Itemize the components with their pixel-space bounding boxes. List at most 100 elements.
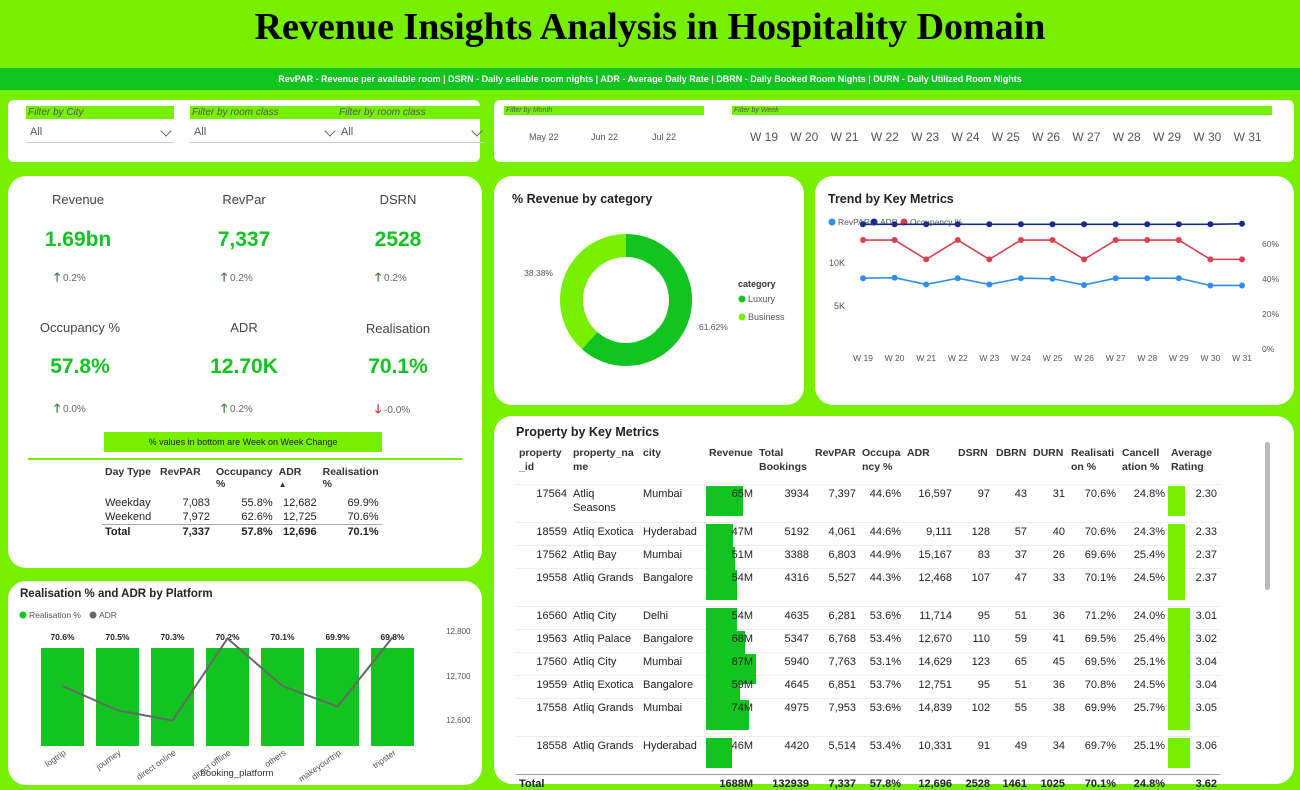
table-row[interactable]: 17558 Atliq Grands Mumbai 74M 4975 7,953 53.6%… — [516, 697, 1220, 736]
column-header[interactable]: property _id — [516, 446, 570, 484]
data-point[interactable] — [1175, 237, 1182, 244]
bar-makeyourtrip[interactable] — [316, 648, 359, 746]
data-point[interactable] — [1144, 237, 1151, 244]
table-row[interactable]: 19558 Atliq Grands Bangalore 54M 4316 5,527 44… — [516, 567, 1220, 606]
sort-desc-icon[interactable]: ▲ — [279, 480, 287, 489]
data-point[interactable] — [860, 275, 866, 282]
column-header[interactable]: Average Rating — [1168, 446, 1220, 484]
week-option[interactable]: W 26 — [1032, 130, 1060, 144]
data-point[interactable] — [954, 275, 961, 282]
donut-slice-business[interactable] — [560, 234, 626, 350]
column-header[interactable]: Cancell ation % — [1119, 446, 1168, 484]
week-option[interactable]: W 20 — [790, 130, 818, 144]
data-point[interactable] — [1239, 220, 1245, 227]
data-point[interactable] — [1049, 237, 1056, 244]
data-point[interactable] — [1017, 221, 1024, 228]
week-option[interactable]: W 30 — [1193, 130, 1221, 144]
room-class-filter-select[interactable]: All — [190, 121, 338, 143]
table-row[interactable]: 17562 Atliq Bay Mumbai 51M 3388 6,803 44.9% 15,… — [516, 544, 1220, 577]
week-option[interactable]: W 27 — [1072, 130, 1100, 144]
table-row[interactable]: 18559 Atliq Exotica Hyderabad 47M 5192 4,061 4… — [516, 521, 1220, 554]
bar-tripster[interactable] — [371, 648, 414, 746]
week-option[interactable]: W 23 — [911, 130, 939, 144]
room-class-filter[interactable]: Filter by room class All — [190, 106, 338, 143]
city-filter-select[interactable]: All — [26, 121, 174, 143]
data-point[interactable] — [1049, 275, 1056, 282]
column-header[interactable]: city — [640, 446, 706, 484]
bar-journey[interactable] — [96, 648, 139, 746]
data-point[interactable] — [1144, 275, 1151, 282]
data-point[interactable] — [1081, 256, 1088, 263]
month-option[interactable]: Jun 22 — [591, 132, 618, 142]
column-header[interactable]: DURN — [1030, 446, 1068, 484]
data-point[interactable] — [1017, 275, 1024, 282]
week-option[interactable]: W 19 — [750, 130, 778, 144]
data-point[interactable] — [1081, 221, 1088, 228]
column-header[interactable]: Realisation % — [1068, 446, 1119, 484]
week-option[interactable]: W 29 — [1153, 130, 1181, 144]
data-point[interactable] — [891, 274, 898, 281]
room-class-filter-2[interactable]: Filter by room class All — [337, 106, 485, 143]
table-scrollbar[interactable] — [1265, 442, 1270, 590]
data-point[interactable] — [860, 221, 866, 228]
table-row[interactable]: 19559 Atliq Exotica Bangalore 59M 4645 6,851 5… — [516, 674, 1220, 707]
data-point[interactable] — [1112, 221, 1119, 228]
column-header[interactable]: Occupancy % — [859, 446, 904, 484]
bar-others[interactable] — [261, 648, 304, 746]
data-point[interactable] — [986, 256, 993, 263]
column-header[interactable]: RevPAR — [157, 466, 213, 496]
data-point[interactable] — [1175, 221, 1182, 228]
table-row[interactable]: 16560 Atliq City Delhi 54M 4635 6,281 53.6% 11,… — [516, 605, 1220, 638]
data-point[interactable] — [1207, 282, 1214, 289]
data-point[interactable] — [1207, 256, 1214, 263]
column-header[interactable]: Revenue — [706, 446, 756, 484]
data-point[interactable] — [1144, 221, 1151, 228]
column-header[interactable]: RevPAR — [812, 446, 859, 484]
data-point[interactable] — [1175, 275, 1182, 282]
data-point[interactable] — [860, 237, 866, 244]
table-row[interactable]: 19563 Atliq Palace Bangalore 68M 5347 6,768 53… — [516, 628, 1220, 661]
table-row[interactable]: 17564 Atliq Seasons Mumbai 65M 3934 7,397 44.6… — [516, 483, 1220, 522]
data-point[interactable] — [1049, 221, 1056, 228]
chevron-down-icon[interactable] — [471, 125, 483, 137]
data-point[interactable] — [1017, 237, 1024, 244]
chevron-down-icon[interactable] — [324, 125, 336, 137]
column-header[interactable]: DSRN — [955, 446, 993, 484]
month-option[interactable]: Jul 22 — [652, 132, 676, 142]
data-point[interactable] — [986, 221, 993, 228]
table-row[interactable]: 17560 Atliq City Mumbai 87M 5940 7,763 53.1% 14… — [516, 651, 1220, 684]
data-point[interactable] — [923, 281, 930, 288]
data-point[interactable] — [954, 237, 961, 244]
week-option[interactable]: W 21 — [831, 130, 859, 144]
column-header[interactable]: DBRN — [993, 446, 1030, 484]
data-point[interactable] — [923, 256, 930, 263]
column-header[interactable]: Day Type — [102, 466, 157, 496]
data-point[interactable] — [1239, 282, 1245, 289]
week-option[interactable]: W 25 — [992, 130, 1020, 144]
data-point[interactable] — [986, 281, 993, 288]
week-option[interactable]: W 28 — [1113, 130, 1141, 144]
data-point[interactable] — [1239, 256, 1245, 263]
chevron-down-icon[interactable] — [160, 125, 172, 137]
column-header[interactable]: Occupancy % — [213, 466, 276, 496]
column-header[interactable]: ADR — [904, 446, 955, 484]
column-header[interactable]: property_na me — [570, 446, 640, 484]
table-row[interactable]: 18558 Atliq Grands Hyderabad 46M 4420 5,514 53… — [516, 735, 1220, 774]
data-point[interactable] — [1112, 237, 1119, 244]
data-point[interactable] — [1207, 221, 1214, 228]
column-header[interactable]: Realisation % — [320, 466, 382, 496]
week-option[interactable]: W 24 — [952, 130, 980, 144]
week-option[interactable]: W 31 — [1234, 130, 1262, 144]
data-point[interactable] — [1081, 281, 1088, 288]
room-class-filter-2-select[interactable]: All — [337, 121, 485, 143]
data-point[interactable] — [923, 221, 930, 228]
column-header[interactable]: ADR ▲ — [276, 466, 320, 496]
week-option[interactable]: W 22 — [871, 130, 899, 144]
month-option[interactable]: May 22 — [529, 132, 559, 142]
data-point[interactable] — [891, 221, 898, 228]
data-point[interactable] — [891, 237, 898, 244]
data-point[interactable] — [954, 221, 961, 228]
bar-logtrip[interactable] — [41, 648, 84, 746]
data-point[interactable] — [1112, 275, 1119, 282]
city-filter[interactable]: Filter by City All — [26, 106, 174, 143]
